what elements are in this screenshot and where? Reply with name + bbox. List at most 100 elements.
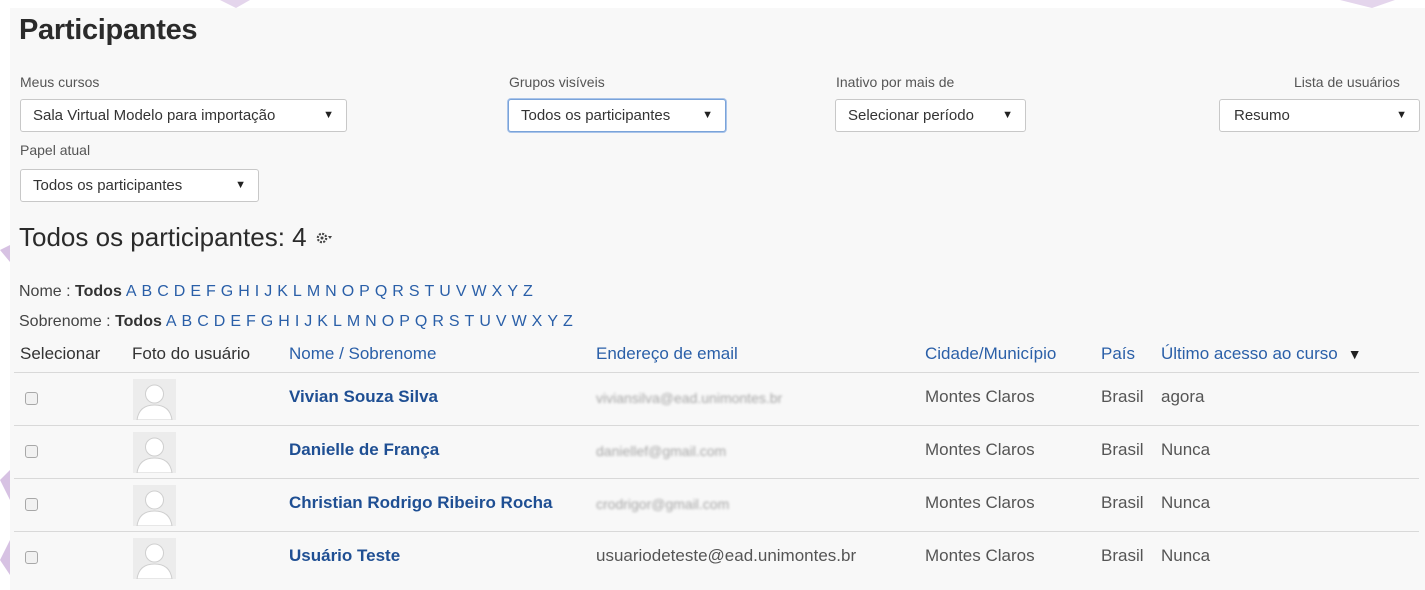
last-name-initial-c[interactable]: C xyxy=(197,313,209,330)
participant-city: Montes Claros xyxy=(925,440,1035,459)
participant-name-link[interactable]: Usuário Teste xyxy=(289,546,400,566)
last-name-initial-p[interactable]: P xyxy=(399,313,410,330)
first-name-initial-s[interactable]: S xyxy=(409,283,420,300)
my-courses-value: Sala Virtual Modelo para importação xyxy=(33,107,276,124)
last-name-initial-t[interactable]: T xyxy=(465,313,475,330)
last-name-initial-m[interactable]: M xyxy=(347,313,360,330)
current-role-select[interactable]: Todos os participantes ▼ xyxy=(20,169,259,202)
participants-heading: Todos os participantes: 4 xyxy=(19,222,333,253)
user-avatar-icon[interactable] xyxy=(133,432,176,473)
participant-email: crodrigor@gmail.com xyxy=(596,496,730,512)
user-avatar-icon[interactable] xyxy=(133,379,176,420)
first-name-initial-all[interactable]: Todos xyxy=(75,283,122,300)
first-name-initial-p[interactable]: P xyxy=(359,283,370,300)
user-avatar-icon[interactable] xyxy=(133,538,176,579)
participant-city: Montes Claros xyxy=(925,546,1035,565)
last-name-initial-q[interactable]: Q xyxy=(415,313,427,330)
first-name-initial-j[interactable]: J xyxy=(264,283,272,300)
visible-groups-select[interactable]: Todos os participantes ▼ xyxy=(508,99,726,132)
header-email-sort[interactable]: Endereço de email xyxy=(596,344,738,364)
last-name-initial-i[interactable]: I xyxy=(295,313,299,330)
participant-name-link[interactable]: Vivian Souza Silva xyxy=(289,387,438,407)
first-name-initial-u[interactable]: U xyxy=(439,283,451,300)
last-name-initial-u[interactable]: U xyxy=(479,313,491,330)
first-name-initial-g[interactable]: G xyxy=(221,283,233,300)
sort-desc-icon: ▼ xyxy=(1347,346,1362,362)
last-name-initial-a[interactable]: A xyxy=(166,313,177,330)
table-row: Danielle de França daniellef@gmail.com Mon… xyxy=(14,425,1419,478)
last-name-initial-k[interactable]: K xyxy=(317,313,328,330)
first-name-initial-q[interactable]: Q xyxy=(375,283,387,300)
select-checkbox[interactable] xyxy=(25,551,38,564)
first-name-initial-n[interactable]: N xyxy=(325,283,337,300)
current-role-value: Todos os participantes xyxy=(33,177,183,194)
first-name-initial-c[interactable]: C xyxy=(157,283,169,300)
first-name-initial-o[interactable]: O xyxy=(342,283,354,300)
select-checkbox[interactable] xyxy=(25,498,38,511)
last-name-initial-y[interactable]: Y xyxy=(547,313,558,330)
last-name-initial-l[interactable]: L xyxy=(333,313,342,330)
first-name-initial-d[interactable]: D xyxy=(174,283,186,300)
last-name-initial-j[interactable]: J xyxy=(304,313,312,330)
last-name-initials-label: Sobrenome : xyxy=(19,313,111,330)
last-name-initial-z[interactable]: Z xyxy=(563,313,573,330)
visible-groups-label: Grupos visíveis xyxy=(509,74,605,90)
participant-name-link[interactable]: Danielle de França xyxy=(289,440,439,460)
participant-email: viviansilva@ead.unimontes.br xyxy=(596,390,783,406)
select-checkbox[interactable] xyxy=(25,445,38,458)
inactive-label: Inativo por mais de xyxy=(836,74,955,90)
first-name-initial-r[interactable]: R xyxy=(392,283,404,300)
last-name-initial-w[interactable]: W xyxy=(512,313,527,330)
last-name-initial-g[interactable]: G xyxy=(261,313,273,330)
header-city-sort[interactable]: Cidade/Município xyxy=(925,344,1056,364)
first-name-initial-m[interactable]: M xyxy=(307,283,320,300)
table-row: Christian Rodrigo Ribeiro Rocha crodrigor… xyxy=(14,478,1419,531)
header-last-access[interactable]: Último acesso ao curso ▼ xyxy=(1161,344,1362,364)
last-name-initial-d[interactable]: D xyxy=(214,313,226,330)
user-list-select[interactable]: Resumo ▼ xyxy=(1219,99,1420,132)
table-row: Vivian Souza Silva viviansilva@ead.unimon… xyxy=(14,372,1419,425)
first-name-initial-z[interactable]: Z xyxy=(523,283,533,300)
first-name-initial-x[interactable]: X xyxy=(492,283,503,300)
last-name-initial-s[interactable]: S xyxy=(449,313,460,330)
caret-down-icon: ▼ xyxy=(1002,109,1013,121)
header-name-sort[interactable]: Nome / Sobrenome xyxy=(289,344,436,364)
user-avatar-icon[interactable] xyxy=(133,485,176,526)
last-name-initial-n[interactable]: N xyxy=(365,313,377,330)
caret-down-icon: ▼ xyxy=(702,109,713,121)
last-name-initial-x[interactable]: X xyxy=(532,313,543,330)
first-name-initial-e[interactable]: E xyxy=(190,283,201,300)
first-name-initial-a[interactable]: A xyxy=(126,283,137,300)
current-role-label: Papel atual xyxy=(20,142,91,158)
last-name-initial-h[interactable]: H xyxy=(278,313,290,330)
last-name-initial-b[interactable]: B xyxy=(182,313,193,330)
my-courses-select[interactable]: Sala Virtual Modelo para importação ▼ xyxy=(20,99,347,132)
header-country-sort[interactable]: País xyxy=(1101,344,1135,364)
first-name-initial-h[interactable]: H xyxy=(238,283,250,300)
participant-city: Montes Claros xyxy=(925,387,1035,406)
first-name-initial-b[interactable]: B xyxy=(142,283,153,300)
last-name-initial-e[interactable]: E xyxy=(230,313,241,330)
first-name-initial-l[interactable]: L xyxy=(293,283,302,300)
first-name-initial-y[interactable]: Y xyxy=(507,283,518,300)
participant-city: Montes Claros xyxy=(925,493,1035,512)
last-name-initial-all[interactable]: Todos xyxy=(115,313,162,330)
last-name-initial-r[interactable]: R xyxy=(432,313,444,330)
last-name-initial-o[interactable]: O xyxy=(382,313,394,330)
participant-name-link[interactable]: Christian Rodrigo Ribeiro Rocha xyxy=(289,493,553,513)
inactive-period-select[interactable]: Selecionar período ▼ xyxy=(835,99,1026,132)
first-name-initial-w[interactable]: W xyxy=(472,283,487,300)
gear-icon[interactable] xyxy=(315,231,333,245)
first-name-initial-i[interactable]: I xyxy=(255,283,259,300)
last-name-initial-f[interactable]: F xyxy=(246,313,256,330)
last-name-initial-v[interactable]: V xyxy=(496,313,507,330)
first-name-initial-f[interactable]: F xyxy=(206,283,216,300)
caret-down-icon: ▼ xyxy=(323,109,334,121)
header-select: Selecionar xyxy=(20,344,101,363)
header-last-access-label: Último acesso ao curso xyxy=(1161,344,1338,363)
select-checkbox[interactable] xyxy=(25,392,38,405)
first-name-initial-k[interactable]: K xyxy=(277,283,288,300)
first-name-initial-v[interactable]: V xyxy=(456,283,467,300)
participant-country: Brasil xyxy=(1101,546,1144,565)
first-name-initial-t[interactable]: T xyxy=(425,283,435,300)
